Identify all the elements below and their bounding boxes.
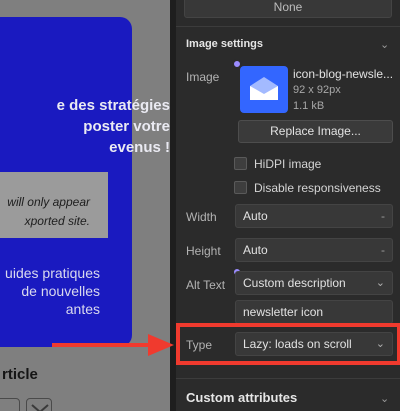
card-subtext: uides pratiques de nouvelles antes <box>0 264 100 318</box>
height-label: Height <box>186 244 221 258</box>
hidpi-label: HiDPI image <box>254 157 322 171</box>
social-icon-box[interactable] <box>0 398 20 411</box>
embed-notice-text: will only appear xported site. <box>0 193 90 231</box>
alt-text-mode-value: Custom description <box>243 276 346 290</box>
width-label: Width <box>186 210 217 224</box>
notice-line-2: xported site. <box>24 214 90 228</box>
subtext-line-1: uides pratiques <box>5 265 100 281</box>
mail-icon <box>31 404 49 411</box>
section-divider <box>176 26 400 27</box>
unit-dash: - <box>381 243 385 257</box>
image-settings-title[interactable]: Image settings <box>186 38 263 50</box>
width-input[interactable]: Auto - <box>235 204 393 228</box>
height-value: Auto <box>243 243 268 257</box>
width-value: Auto <box>243 209 268 223</box>
subtext-line-2: de nouvelles <box>21 283 100 299</box>
headline-line-3: evenus ! <box>109 139 170 156</box>
headline-line-2: poster votre <box>83 118 170 135</box>
disable-responsiveness-label: Disable responsiveness <box>254 181 381 195</box>
disable-responsiveness-checkbox[interactable] <box>234 181 247 194</box>
alt-text-value: newsletter icon <box>243 305 324 319</box>
override-indicator-dot <box>232 59 242 69</box>
chevron-down-icon: ⌄ <box>375 277 385 289</box>
notice-line-1: will only appear <box>7 195 90 209</box>
image-label: Image <box>186 70 220 84</box>
article-heading: rticle <box>2 366 38 383</box>
height-input[interactable]: Auto - <box>235 238 393 262</box>
unit-dash: - <box>381 209 385 223</box>
social-icon-box-mail[interactable] <box>26 398 52 411</box>
custom-attributes-title[interactable]: Custom attributes <box>186 390 297 405</box>
section-divider <box>176 378 400 379</box>
alt-text-label: Alt Text <box>186 278 226 292</box>
replace-image-button[interactable]: Replace Image... <box>238 120 393 143</box>
image-file-name: icon-blog-newsle... <box>293 67 394 81</box>
image-file-size: 1.1 kB <box>293 100 325 112</box>
image-thumbnail[interactable] <box>240 66 288 113</box>
top-select-value[interactable]: None <box>184 0 392 18</box>
arrow-right-icon <box>52 334 174 356</box>
hidpi-checkbox[interactable] <box>234 157 247 170</box>
chevron-down-icon[interactable]: ⌄ <box>380 38 389 51</box>
chevron-down-icon[interactable]: ⌄ <box>380 392 389 405</box>
alt-text-input[interactable]: newsletter icon <box>235 300 393 324</box>
highlight-box <box>176 323 400 365</box>
subtext-line-3: antes <box>65 301 100 317</box>
headline-line-1: e des stratégies <box>56 97 170 114</box>
alt-text-mode-select[interactable]: Custom description ⌄ <box>235 271 393 295</box>
card-headline: e des stratégies poster votre evenus ! <box>38 95 170 158</box>
envelope-icon <box>250 77 278 100</box>
image-dimensions: 92 x 92px <box>293 84 341 96</box>
